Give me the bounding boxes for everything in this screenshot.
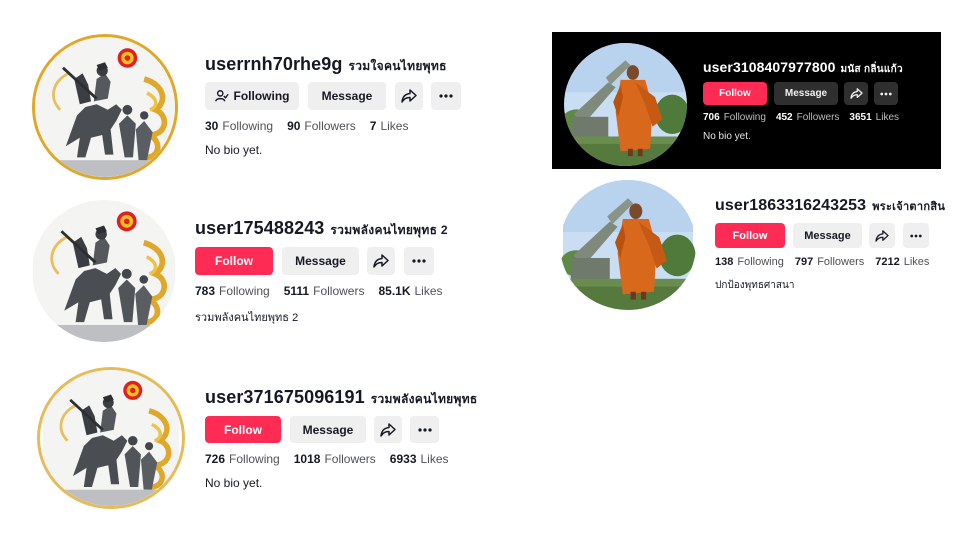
- followers-count[interactable]: 1018: [294, 452, 321, 466]
- share-button[interactable]: [844, 82, 868, 105]
- stats-row: 706 Following 452 Followers 3651 Likes: [703, 112, 900, 123]
- more-button[interactable]: [410, 416, 439, 443]
- profile-avatar[interactable]: [560, 180, 696, 310]
- follow-button[interactable]: Follow: [703, 82, 767, 105]
- bio: No bio yet.: [703, 131, 751, 142]
- nickname: พระเจ้าตากสิน: [872, 201, 946, 213]
- share-icon: [373, 254, 389, 268]
- share-icon: [875, 229, 889, 242]
- user-check-icon: [214, 90, 229, 102]
- monk-avatar: [564, 43, 687, 166]
- stats-row: 138 Following 797 Followers 7212 Likes: [715, 256, 930, 268]
- nickname: รวมพลังคนไทยพุทธ 2: [330, 223, 448, 237]
- follow-button[interactable]: Follow: [195, 247, 273, 275]
- statue-avatar: [35, 37, 175, 177]
- statue-avatar: [32, 200, 176, 342]
- following-count[interactable]: 706: [703, 112, 720, 123]
- following-count[interactable]: 783: [195, 284, 215, 298]
- monk-avatar: [560, 180, 696, 310]
- share-icon: [401, 89, 417, 103]
- follow-button[interactable]: Follow: [715, 223, 785, 248]
- share-button[interactable]: [869, 223, 895, 248]
- profile-avatar[interactable]: [564, 43, 687, 166]
- share-button[interactable]: [367, 247, 395, 275]
- stats-row: 726 Following 1018 Followers 6933 Likes: [205, 452, 449, 466]
- statue-avatar: [40, 370, 182, 506]
- message-button[interactable]: Message: [282, 247, 359, 275]
- stats-row: 783 Following 5111 Followers 85.1K Likes: [195, 284, 443, 298]
- following-count[interactable]: 138: [715, 256, 733, 268]
- likes-count: 7212: [875, 256, 900, 268]
- more-icon: [910, 234, 922, 237]
- username: userrnh70rhe9g รวมใจคนไทยพุทธ: [205, 54, 447, 74]
- bio: No bio yet.: [205, 476, 263, 490]
- share-icon: [849, 88, 863, 99]
- message-button[interactable]: Message: [308, 82, 386, 110]
- followers-count[interactable]: 452: [776, 112, 793, 123]
- message-button[interactable]: Message: [793, 223, 862, 248]
- stats-row: 30 Following 90 Followers 7 Likes: [205, 119, 409, 133]
- likes-count: 6933: [389, 452, 417, 466]
- profile-card-dark: user3108407977800 มนัส กลิ่นแก้ว Follow M…: [552, 32, 941, 169]
- message-button[interactable]: Message: [774, 82, 838, 105]
- share-button[interactable]: [374, 416, 402, 443]
- following-count[interactable]: 30: [205, 119, 218, 133]
- nickname: รวมใจคนไทยพุทธ: [348, 59, 447, 73]
- likes-count: 3651: [849, 112, 872, 123]
- more-button[interactable]: [903, 223, 929, 248]
- following-button[interactable]: Following: [205, 82, 299, 110]
- profile-avatar[interactable]: [32, 34, 178, 180]
- followers-count[interactable]: 90: [287, 119, 300, 133]
- username: user3108407977800 มนัส กลิ่นแก้ว: [703, 59, 903, 75]
- more-icon: [412, 259, 426, 263]
- username: user1863316243253 พระเจ้าตากสิน: [715, 197, 946, 214]
- share-button[interactable]: [395, 82, 423, 110]
- profile-avatar[interactable]: [37, 367, 185, 509]
- more-icon: [417, 427, 432, 432]
- followers-count[interactable]: 5111: [284, 284, 309, 298]
- more-button[interactable]: [874, 82, 898, 105]
- following-count[interactable]: 726: [205, 452, 225, 466]
- share-icon: [380, 422, 396, 437]
- bio: No bio yet.: [205, 143, 263, 157]
- username: user371675096191 รวมพลังคนไทยพุทธ: [205, 387, 478, 407]
- more-button[interactable]: [404, 247, 434, 275]
- likes-count: 85.1K: [378, 284, 411, 298]
- bio: รวมพลังคนไทยพุทธ 2: [195, 312, 299, 324]
- profile-avatar[interactable]: [32, 200, 176, 342]
- more-icon: [880, 92, 892, 95]
- nickname: มนัส กลิ่นแก้ว: [840, 64, 903, 75]
- followers-count[interactable]: 797: [795, 256, 813, 268]
- message-button[interactable]: Message: [290, 416, 366, 443]
- username: user175488243 รวมพลังคนไทยพุทธ 2: [195, 218, 448, 238]
- likes-count: 7: [369, 119, 377, 133]
- more-icon: [439, 94, 453, 98]
- bio: ปกป้องพุทธศาสนา: [715, 280, 795, 291]
- follow-button[interactable]: Follow: [205, 416, 281, 443]
- nickname: รวมพลังคนไทยพุทธ: [370, 392, 478, 406]
- more-button[interactable]: [431, 82, 461, 110]
